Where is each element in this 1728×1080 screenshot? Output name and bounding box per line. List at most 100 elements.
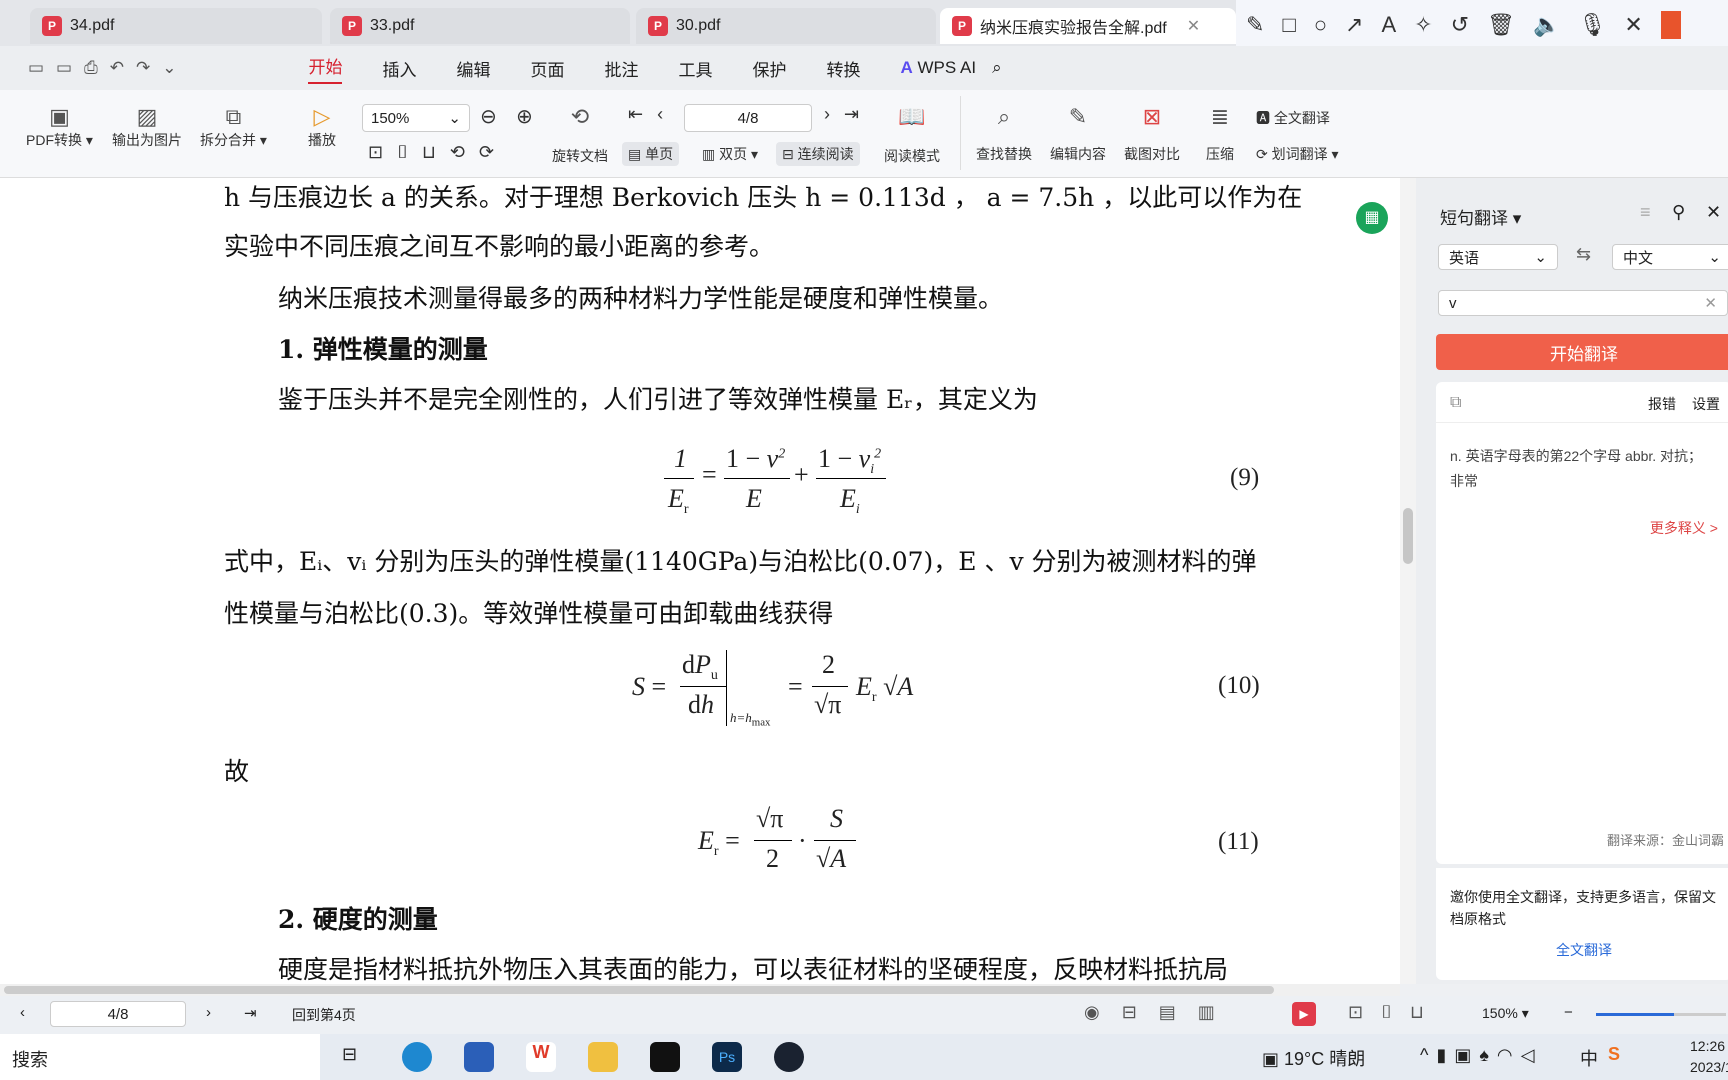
tab-33[interactable]: P 33.pdf xyxy=(330,8,630,44)
edit-icon: ✎ xyxy=(1068,104,1088,129)
clear-icon[interactable]: ✕ xyxy=(1704,294,1717,312)
search-box[interactable]: 搜索 xyxy=(0,1034,320,1080)
menu-convert[interactable]: 转换 xyxy=(826,56,860,81)
scroll-thumb[interactable] xyxy=(4,986,1274,994)
record-badge[interactable] xyxy=(1660,11,1681,39)
close-icon[interactable]: ✕ xyxy=(1187,16,1200,36)
export-image-button[interactable]: ▨ 输出为图片 xyxy=(112,104,182,150)
more-meanings-link[interactable]: 更多释义 > xyxy=(1650,518,1718,538)
menu-edit[interactable]: 编辑 xyxy=(456,56,490,81)
prev-page-icon[interactable]: ‹ xyxy=(20,1004,25,1021)
page-next-icons[interactable]: ›⇥ xyxy=(824,104,873,125)
view-mode-icons[interactable]: ◉⊟▤▥ xyxy=(1084,1002,1237,1023)
undo-icon[interactable]: ↺ xyxy=(1451,12,1469,38)
tab-active[interactable]: P 纳米压痕实验报告全解.pdf ✕ xyxy=(940,8,1236,44)
menu-comment[interactable]: 批注 xyxy=(604,56,638,81)
close-icon[interactable]: ✕ xyxy=(1706,202,1721,223)
zoom-slider[interactable] xyxy=(1596,1013,1726,1016)
page-input[interactable]: 4/8 xyxy=(684,104,812,132)
full-translate-button[interactable]: 🅰 全文翻译 xyxy=(1256,108,1330,128)
ime-indicator[interactable]: 中 xyxy=(1580,1045,1598,1071)
full-translate-link[interactable]: 全文翻译 xyxy=(1436,940,1728,960)
weather-widget[interactable]: ▣ 19°C 晴朗 xyxy=(1262,1045,1365,1071)
mic-icon[interactable]: 🎙 xyxy=(1578,12,1606,38)
translate-input[interactable]: v ✕ xyxy=(1438,290,1728,316)
close-icon[interactable]: ✕ xyxy=(1624,12,1642,38)
photoshop-icon[interactable]: Ps xyxy=(712,1042,742,1072)
label: 中文 xyxy=(1623,249,1654,267)
zoom-level[interactable]: 150% ▾ xyxy=(1482,1005,1529,1022)
word-translate-button[interactable]: ⟳ 划词翻译 ▾ xyxy=(1256,144,1339,164)
start-translate-button[interactable]: 开始翻译 xyxy=(1436,334,1728,370)
panel-title[interactable]: 短句翻译 ▾ xyxy=(1440,204,1521,229)
scroll-thumb[interactable] xyxy=(1403,508,1413,564)
app-icon[interactable] xyxy=(774,1042,804,1072)
wps-icon[interactable]: W xyxy=(526,1042,556,1072)
rectangle-icon[interactable]: □ xyxy=(1282,12,1295,38)
next-page-icon[interactable]: › xyxy=(206,1004,211,1021)
target-language-select[interactable]: 中文 ⌄ xyxy=(1612,244,1728,270)
task-view-icon[interactable]: ⊟ xyxy=(342,1044,357,1065)
fit-icons[interactable]: ⊡⌷⊔ xyxy=(1348,1002,1442,1023)
menu-home[interactable]: 开始 xyxy=(308,53,343,84)
tray-icons[interactable]: ^▮▣♠◠◁ xyxy=(1420,1045,1542,1066)
file-explorer-icon[interactable] xyxy=(588,1042,618,1072)
last-page-icon[interactable]: ⇥ xyxy=(244,1004,257,1022)
text-icon[interactable]: A xyxy=(1381,12,1396,38)
vertical-scrollbar[interactable] xyxy=(1400,178,1416,984)
edit-content-button[interactable]: ✎ 编辑内容 xyxy=(1050,104,1106,162)
magic-wand-icon[interactable]: ✧ xyxy=(1414,12,1432,38)
zoom-select[interactable]: 150% ⌄ xyxy=(362,104,470,132)
reading-mode-button[interactable]: 📖 阅读模式 xyxy=(884,104,940,164)
speaker-icon[interactable]: 🔈 xyxy=(1533,12,1560,38)
label: 连续阅读 xyxy=(797,146,854,162)
source-language-select[interactable]: 英语 ⌄ xyxy=(1438,244,1558,270)
zoom-in-icon[interactable]: ⊕ xyxy=(516,104,533,129)
report-link[interactable]: 报错 xyxy=(1648,394,1676,414)
menu-wps-ai[interactable]: A WPS AI xyxy=(900,58,976,78)
zoom-slider-fill xyxy=(1596,1013,1674,1016)
trash-icon[interactable]: 🗑 xyxy=(1487,12,1515,38)
arrow-icon[interactable]: ↗ xyxy=(1345,12,1363,38)
double-page-button[interactable]: ▥ 双页 ▾ xyxy=(696,142,764,166)
menu-tools[interactable]: 工具 xyxy=(678,56,712,81)
screenshot-compare-button[interactable]: ⊠ 截图对比 xyxy=(1124,104,1180,162)
sogou-icon[interactable]: S xyxy=(1608,1044,1620,1065)
page-nav-icons[interactable]: ⇤‹ xyxy=(628,104,677,125)
circle-icon[interactable]: ○ xyxy=(1314,12,1327,38)
single-page-button[interactable]: ▤ 单页 xyxy=(622,142,680,166)
rotate-doc-button[interactable]: ⟲ 旋转文档 xyxy=(552,104,608,164)
split-merge-button[interactable]: ⧉ 拆分合并 ▾ xyxy=(200,104,267,150)
table-extract-icon[interactable]: ▦ xyxy=(1356,202,1388,234)
menu-icon[interactable]: ≡ xyxy=(1640,202,1651,223)
tab-34[interactable]: P 34.pdf xyxy=(30,8,322,44)
horizontal-scrollbar[interactable] xyxy=(0,984,1400,996)
pin-icon[interactable]: ⚲ xyxy=(1672,202,1685,223)
zoom-out-icon[interactable]: − xyxy=(1564,1004,1573,1021)
settings-link[interactable]: 设置 xyxy=(1692,394,1720,414)
label: 英语 xyxy=(1449,249,1480,267)
pencil-icon[interactable]: ✎ xyxy=(1246,12,1264,38)
view-fit-icons[interactable]: ⊡⌷⊔⟲⟳ xyxy=(368,142,508,163)
continuous-read-button[interactable]: ⊟ 连续阅读 xyxy=(776,142,860,166)
menu-insert[interactable]: 插入 xyxy=(382,56,416,81)
word-icon[interactable] xyxy=(464,1042,494,1072)
page-input[interactable]: 4/8 xyxy=(50,1001,186,1027)
menu-page[interactable]: 页面 xyxy=(530,56,564,81)
find-replace-button[interactable]: ⌕ 查找替换 xyxy=(976,104,1032,162)
play-icon[interactable]: ▶ xyxy=(1292,1002,1316,1026)
clock[interactable]: 12:26 2023/12 xyxy=(1690,1036,1728,1078)
zoom-out-icon[interactable]: ⊖ xyxy=(480,104,497,129)
back-to-page-link[interactable]: 回到第4页 xyxy=(292,1005,356,1025)
search-icon[interactable]: ⌕ xyxy=(992,58,1002,78)
copy-icon[interactable]: ⧉ xyxy=(1450,394,1461,412)
tab-30[interactable]: P 30.pdf xyxy=(636,8,936,44)
compress-button[interactable]: ≣ 压缩 xyxy=(1206,104,1234,162)
swap-icon[interactable]: ⇆ xyxy=(1576,244,1591,265)
play-button[interactable]: ▷ 播放 xyxy=(308,104,336,150)
edge-icon[interactable] xyxy=(402,1042,432,1072)
menu-protect[interactable]: 保护 xyxy=(752,56,786,81)
capcut-icon[interactable] xyxy=(650,1042,680,1072)
pdf-convert-button[interactable]: ▣ PDF转换 ▾ xyxy=(26,104,93,150)
quick-access-icons[interactable]: ▭▭⎙↶↷⌄ xyxy=(28,58,188,78)
